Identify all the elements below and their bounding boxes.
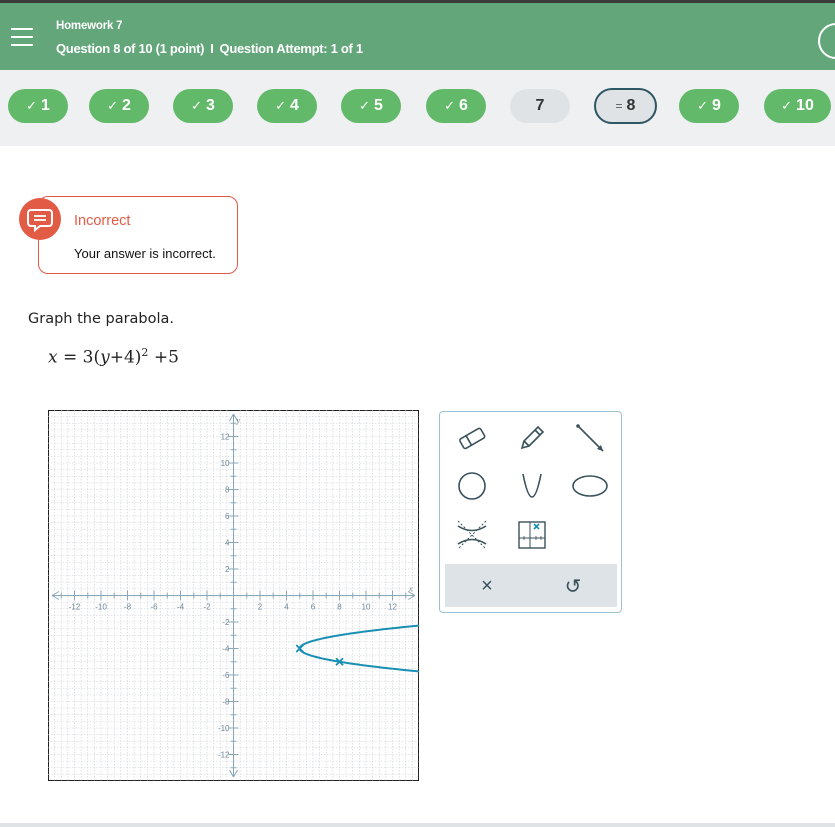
y-tick-label: -12 — [218, 751, 230, 760]
x-tick-label: 2 — [258, 603, 263, 612]
y-tick-label: 4 — [225, 539, 230, 548]
x-tick-label: 12 — [388, 603, 397, 612]
nav-question-5[interactable]: ✓ 5 — [341, 89, 401, 123]
nav-label: 1 — [41, 97, 50, 114]
question-nav: ✓ 1 ✓ 2 ✓ 3 ✓ 4 ✓ 5 ✓ 6 7 = 8 ✓ 9 ✓ 10 — [0, 70, 835, 146]
eq-x: x — [48, 347, 58, 368]
nav-label: 4 — [290, 97, 299, 114]
tools-action-bar: × ↺ — [445, 564, 617, 607]
separator: I — [210, 41, 214, 56]
x-tick-label: 6 — [311, 603, 316, 612]
attempt-info: Question Attempt: 1 of 1 — [219, 41, 364, 56]
parabola-icon[interactable] — [512, 468, 552, 504]
x-tick-label: 10 — [362, 603, 371, 612]
hamburger-menu-icon[interactable] — [11, 28, 33, 46]
feedback-message: Your answer is incorrect. — [74, 246, 216, 261]
bottom-bar — [0, 823, 835, 827]
equation: x = 3(y+4)2 +5 — [48, 346, 179, 368]
eq-constant: +5 — [148, 347, 179, 368]
nav-question-2[interactable]: ✓ 2 — [89, 89, 149, 123]
y-tick-label: 10 — [221, 459, 230, 468]
nav-label: 3 — [206, 97, 215, 114]
y-tick-label: -10 — [218, 724, 230, 733]
drawing-tools-panel: × ↺ — [439, 411, 622, 613]
y-tick-label: -4 — [222, 645, 230, 654]
nav-label: 8 — [626, 97, 636, 114]
nav-label: 7 — [535, 97, 545, 114]
y-axis-label: y — [236, 416, 241, 425]
clear-button[interactable]: × — [467, 568, 507, 604]
x-tick-label: -8 — [124, 603, 132, 612]
y-tick-label: -6 — [222, 671, 230, 680]
ray-icon[interactable] — [570, 420, 610, 456]
nav-question-8-current[interactable]: = 8 — [594, 88, 657, 124]
y-tick-label: 8 — [225, 486, 230, 495]
reset-button[interactable]: ↺ — [553, 568, 593, 604]
y-tick-label: -2 — [222, 618, 230, 627]
homework-title: Homework 7 — [56, 20, 123, 32]
nav-question-9[interactable]: ✓ 9 — [679, 89, 739, 123]
circle-icon[interactable] — [452, 468, 492, 504]
nav-label: 6 — [459, 97, 468, 114]
nav-question-6[interactable]: ✓ 6 — [426, 89, 486, 123]
x-tick-label: -2 — [203, 603, 211, 612]
y-tick-label: 2 — [225, 565, 230, 574]
y-tick-label: 6 — [225, 512, 230, 521]
eraser-icon[interactable] — [452, 420, 492, 456]
feedback-box — [38, 196, 238, 274]
nav-label: 5 — [374, 97, 383, 114]
nav-question-10[interactable]: ✓ 10 — [764, 89, 831, 123]
progress-circle[interactable] — [818, 23, 835, 59]
feedback-chat-icon — [19, 198, 61, 240]
eq-equals: = 3 — [57, 347, 94, 368]
nav-label: 10 — [796, 97, 814, 114]
coordinate-graph[interactable]: -12 -10 -8 -6 -4 -2 2 4 6 8 10 12 12 10 8 6 4 2 -2 -4 -6 -8 -1… — [48, 410, 419, 781]
x-tick-label: -12 — [69, 603, 81, 612]
x-tick-label: 8 — [337, 603, 342, 612]
pencil-icon[interactable] — [512, 420, 552, 456]
nav-question-7[interactable]: 7 — [510, 89, 570, 123]
ellipse-icon[interactable] — [570, 468, 610, 504]
nav-question-3[interactable]: ✓ 3 — [173, 89, 233, 123]
y-tick-label: 12 — [221, 433, 230, 442]
point-tool-icon[interactable] — [512, 517, 552, 553]
x-axis-label: x — [408, 585, 413, 594]
nav-label: 9 — [712, 97, 721, 114]
header: Homework 7 Question 8 of 10 (1 point) I Qu… — [0, 3, 835, 70]
nav-question-4[interactable]: ✓ 4 — [257, 89, 317, 123]
x-tick-label: -10 — [95, 603, 107, 612]
eq-y: y — [100, 347, 110, 368]
x-tick-label: -4 — [177, 603, 185, 612]
hyperbola-icon[interactable] — [452, 517, 492, 553]
question-info: Question 8 of 10 (1 point) I Question Atte… — [56, 41, 363, 56]
eq-plus: +4 — [109, 347, 135, 368]
nav-label: 2 — [122, 97, 131, 114]
feedback-title: Incorrect — [74, 213, 131, 229]
question-prompt: Graph the parabola. — [28, 311, 175, 327]
y-tick-label: -8 — [222, 698, 230, 707]
x-tick-label: -6 — [150, 603, 158, 612]
question-number: Question 8 of 10 (1 point) — [56, 41, 205, 56]
nav-question-1[interactable]: ✓ 1 — [8, 89, 68, 123]
x-tick-label: 4 — [284, 603, 289, 612]
